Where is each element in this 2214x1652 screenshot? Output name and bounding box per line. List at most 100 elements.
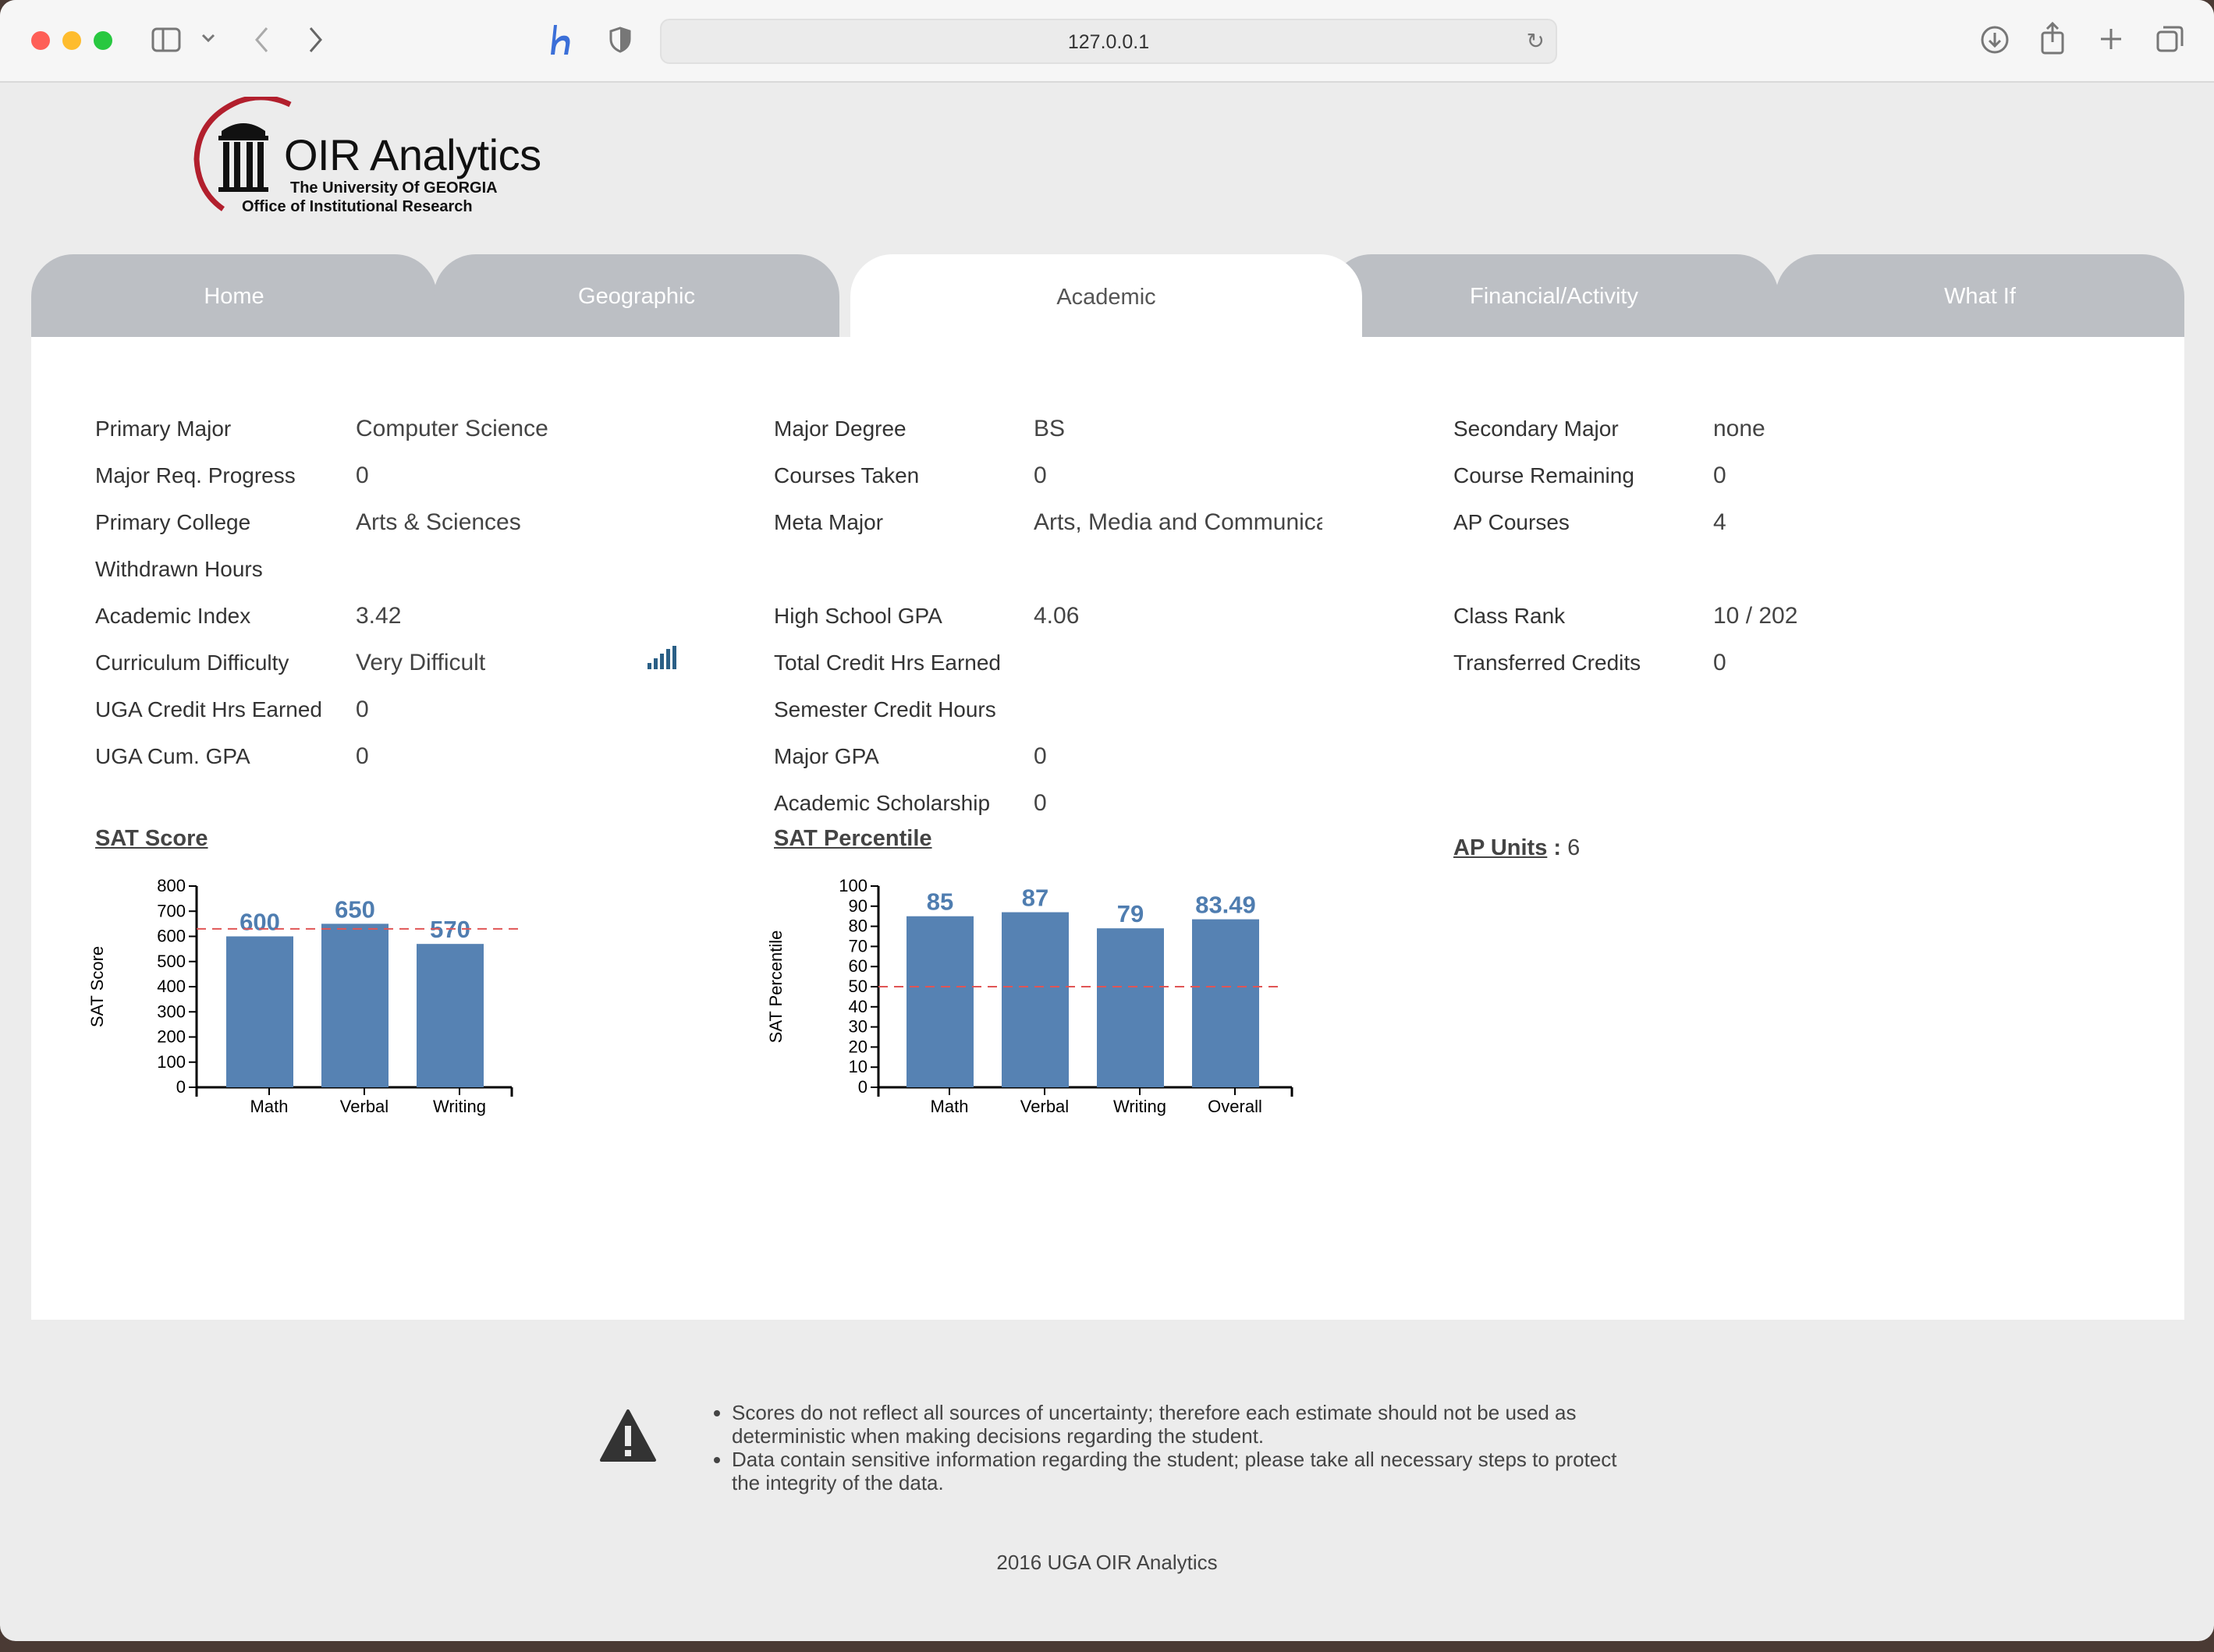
y-tick-label: 100 (157, 1052, 186, 1072)
address-bar[interactable]: 127.0.0.1 ↻ (660, 19, 1557, 64)
forward-icon[interactable] (306, 25, 325, 55)
x-tick-label: Verbal (340, 1097, 389, 1116)
y-tick-label: 60 (849, 956, 868, 976)
y-tick-label: 0 (858, 1077, 868, 1097)
oir-logo[interactable]: OIR Analytics The University Of GEORGIA … (190, 97, 549, 222)
tab-financial-label: Financial/Activity (1470, 283, 1638, 309)
field-label: Class Rank (1453, 604, 1566, 628)
field-label: Major Degree (774, 417, 907, 441)
sidebar-icon[interactable] (151, 27, 183, 53)
bar-verbal (321, 923, 389, 1087)
y-tick-label: 80 (849, 916, 868, 936)
tab-academic-label: Academic (1056, 284, 1156, 310)
honey-extension-icon[interactable] (549, 22, 576, 58)
y-axis-label: SAT Score (90, 946, 107, 1027)
field-label: Academic Index (95, 604, 251, 628)
data-label: 650 (335, 895, 375, 923)
field-value: none (1713, 416, 1765, 441)
close-window-button[interactable] (31, 31, 50, 50)
field-value: 0 (356, 463, 369, 488)
x-tick-label: Math (250, 1097, 289, 1116)
tab-home-label: Home (204, 283, 264, 309)
ap-units-separator: : (1553, 835, 1562, 860)
field-value: 0 (356, 743, 369, 769)
disclaimer-item: Data contain sensitive information regar… (732, 1448, 1629, 1494)
field-label: Major GPA (774, 744, 879, 768)
field-label: Meta Major (774, 510, 884, 534)
tab-what-if[interactable]: What If (1776, 254, 2184, 339)
y-tick-label: 500 (157, 952, 186, 971)
tab-overview-icon[interactable] (2155, 23, 2186, 55)
field-label: Major Req. Progress (95, 463, 296, 487)
browser-toolbar: 127.0.0.1 ↻ (0, 0, 2214, 83)
disclaimer-item: Scores do not reflect all sources of unc… (732, 1401, 1629, 1448)
y-tick-label: 10 (849, 1057, 868, 1076)
y-tick-label: 90 (849, 896, 868, 916)
url-text: 127.0.0.1 (1067, 31, 1150, 53)
warning-icon (600, 1409, 656, 1462)
field-label: Primary College (95, 510, 251, 534)
x-tick-label: Writing (1113, 1097, 1166, 1116)
ap-units-label: AP Units (1453, 835, 1548, 860)
field-value: BS (1034, 416, 1066, 441)
y-tick-label: 700 (157, 901, 186, 920)
uga-arch-logo (193, 97, 292, 211)
data-label: 600 (239, 909, 280, 936)
field-label: Curriculum Difficulty (95, 651, 289, 675)
field-value: 0 (356, 697, 369, 722)
bar-math (226, 936, 293, 1087)
data-label: 79 (1117, 900, 1144, 927)
field-value: Computer Science (356, 416, 548, 441)
disclaimer-notes: Scores do not reflect all sources of unc… (707, 1401, 1629, 1494)
tab-academic[interactable]: Academic (850, 254, 1362, 340)
logo-office: Office of Institutional Research (242, 198, 473, 215)
sat-percentile-chart: SAT Percentile 0102030405060708090100 85 Ma… (769, 876, 1293, 1116)
new-tab-icon[interactable] (2099, 27, 2124, 51)
tab-geographic[interactable]: Geographic (434, 254, 839, 339)
field-value: Arts & Sciences (356, 509, 521, 535)
field-label: High School GPA (774, 604, 942, 628)
y-tick-label: 70 (849, 936, 868, 955)
field-label: Secondary Major (1453, 417, 1619, 441)
y-tick-label: 300 (157, 1001, 186, 1021)
share-icon[interactable] (2039, 20, 2066, 56)
sat-percentile-title: SAT Percentile (774, 826, 932, 851)
chevron-down-icon[interactable] (201, 33, 215, 44)
y-tick-label: 30 (849, 1017, 868, 1037)
x-tick-label: Writing (433, 1097, 486, 1116)
field-label: Academic Scholarship (774, 791, 991, 815)
field-value: 4 (1713, 509, 1726, 535)
browser-window: 127.0.0.1 ↻ OIR Analytics The University… (0, 0, 2214, 1641)
field-label: Total Credit Hrs Earned (774, 651, 1002, 675)
reload-icon[interactable]: ↻ (1527, 28, 1545, 54)
tab-financial-activity[interactable]: Financial/Activity (1329, 254, 1779, 339)
sat-score-chart: SAT Score 0 100 200 300 400 500 600 700 800 600 Mat… (90, 876, 524, 1116)
field-value: 3.42 (356, 603, 402, 629)
field-label: UGA Cum. GPA (95, 744, 250, 768)
field-value: 4.06 (1034, 603, 1080, 629)
download-icon[interactable] (1980, 25, 2010, 55)
y-tick-label: 600 (157, 927, 186, 946)
field-value: 10 / 202 (1713, 603, 1798, 629)
data-label: 85 (927, 888, 953, 916)
tab-home[interactable]: Home (31, 254, 437, 339)
sat-score-title: SAT Score (95, 826, 208, 851)
y-axis-label: SAT Percentile (769, 931, 786, 1044)
zoom-window-button[interactable] (94, 31, 112, 50)
field-value: Arts, Media and Communica (1034, 509, 1322, 535)
bar-writing (417, 944, 484, 1087)
field-label: AP Courses (1453, 510, 1570, 534)
y-tick-label: 0 (176, 1077, 186, 1097)
field-value: 0 (1034, 463, 1047, 488)
bar-writing (1097, 928, 1164, 1087)
shield-icon[interactable] (608, 27, 632, 53)
field-value: 0 (1713, 650, 1726, 675)
data-label: 83.49 (1195, 892, 1256, 919)
x-tick-label: Verbal (1020, 1097, 1069, 1116)
back-icon[interactable] (253, 25, 271, 55)
field-label: Transferred Credits (1453, 651, 1641, 675)
field-label: Withdrawn Hours (95, 557, 263, 581)
ap-units: AP Units : 6 (1453, 835, 1580, 861)
minimize-window-button[interactable] (62, 31, 81, 50)
field-label: UGA Credit Hrs Earned (95, 697, 322, 721)
